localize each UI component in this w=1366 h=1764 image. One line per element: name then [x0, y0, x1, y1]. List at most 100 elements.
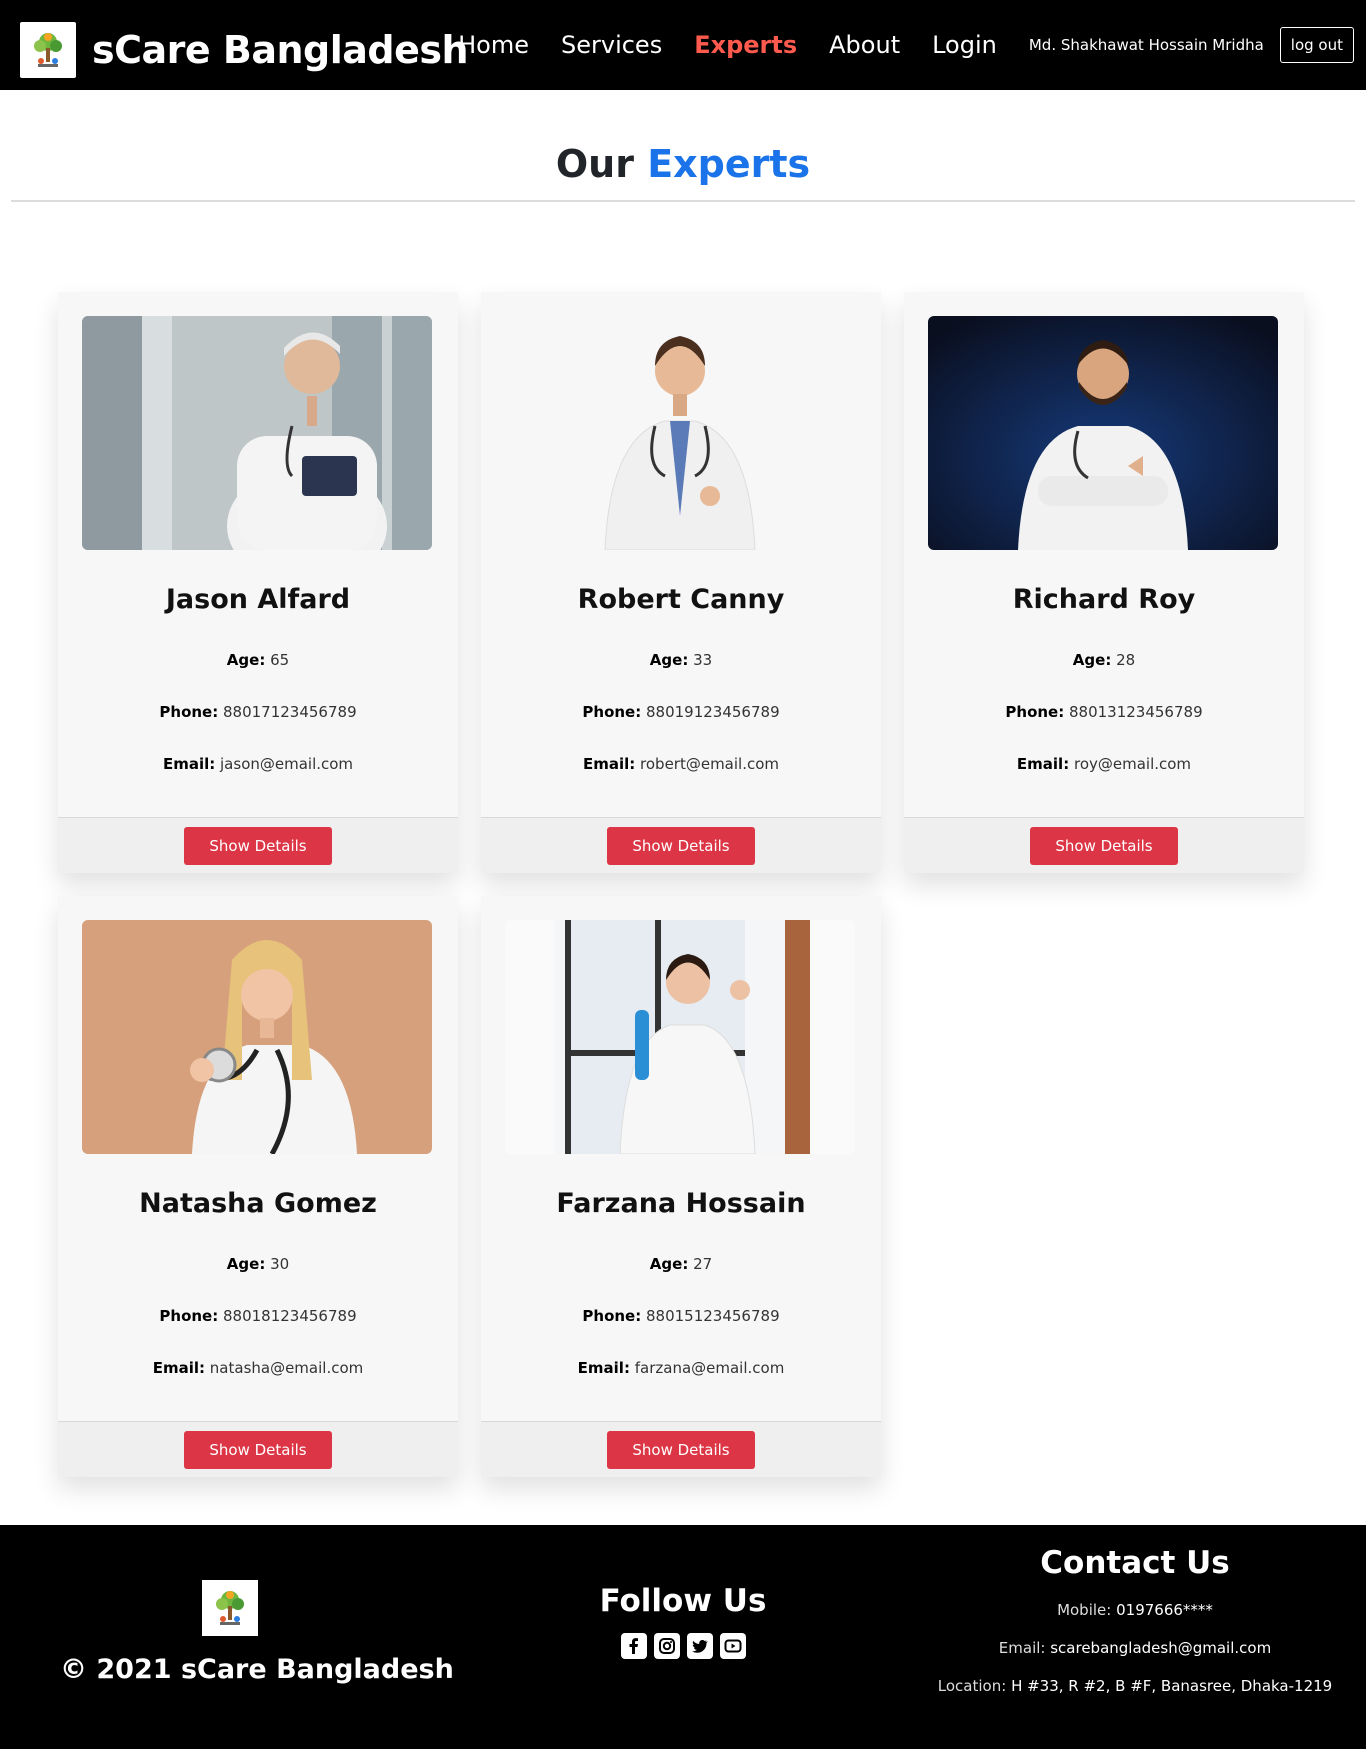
expert-card-body: Richard Roy Age: 28 Phone: 8801312345678… [904, 292, 1304, 817]
expert-card-body: Farzana Hossain Age: 27 Phone: 880151234… [481, 896, 881, 1421]
mobile-value: 0197666**** [1116, 1601, 1213, 1619]
expert-photo [82, 920, 432, 1154]
age-value: 33 [693, 651, 713, 669]
expert-phone: Phone: 88019123456789 [505, 703, 857, 721]
footer-logo-icon [202, 1580, 258, 1636]
expert-card: Natasha Gomez Age: 30 Phone: 88018123456… [58, 896, 458, 1477]
expert-age: Age: 27 [505, 1255, 857, 1273]
email-label: Email: [582, 755, 636, 773]
phone-value: 88015123456789 [646, 1307, 780, 1325]
facebook-icon[interactable] [620, 1633, 647, 1659]
nav-about[interactable]: About [829, 31, 900, 59]
age-label: Age: [649, 1255, 689, 1273]
expert-card-body: Robert Canny Age: 33 Phone: 880191234567… [481, 292, 881, 817]
email-label: Email: [152, 1359, 206, 1377]
page-title-accent: Experts [647, 142, 811, 186]
age-label: Age: [649, 651, 689, 669]
experts-grid: Jason Alfard Age: 65 Phone: 880171234567… [50, 292, 1316, 1477]
expert-name: Natasha Gomez [139, 1188, 377, 1219]
expert-phone: Phone: 88013123456789 [928, 703, 1280, 721]
brand-title: sCare Bangladesh [92, 28, 469, 72]
expert-name: Richard Roy [1012, 584, 1196, 615]
expert-name: Farzana Hossain [556, 1188, 806, 1219]
expert-photo [505, 316, 855, 550]
phone-value: 88013123456789 [1069, 703, 1203, 721]
expert-email: Email: jason@email.com [82, 755, 434, 773]
expert-photo [82, 316, 432, 550]
phone-value: 88018123456789 [223, 1307, 357, 1325]
phone-value: 88017123456789 [223, 703, 357, 721]
contact-us: Contact Us Mobile: 0197666**** Email: sc… [930, 1545, 1340, 1695]
age-label: Age: [226, 651, 266, 669]
footer: © 2021 sCare Bangladesh Follow Us Contac… [0, 1525, 1366, 1749]
expert-age: Age: 33 [505, 651, 857, 669]
email-label: Email: [577, 1359, 630, 1377]
show-details-button[interactable]: Show Details [607, 826, 755, 865]
email-value: robert@email.com [640, 755, 780, 773]
logo-icon [20, 22, 76, 78]
follow-title: Follow Us [599, 1583, 767, 1619]
instagram-icon[interactable] [653, 1633, 680, 1659]
show-details-button[interactable]: Show Details [184, 1430, 332, 1469]
expert-email: Email: roy@email.com [928, 755, 1280, 773]
expert-card-footer: Show Details [58, 1421, 458, 1477]
follow-us: Follow Us [540, 1583, 826, 1659]
expert-photo [928, 316, 1278, 550]
phone-label: Phone: [582, 1307, 642, 1325]
age-value: 28 [1116, 651, 1136, 669]
footer-brand: © 2021 sCare Bangladesh [60, 1580, 454, 1685]
email-value: roy@email.com [1073, 755, 1192, 773]
expert-age: Age: 65 [82, 651, 434, 669]
location-value: H #33, R #2, B #F, Banasree, Dhaka-1219 [1011, 1677, 1333, 1695]
expert-card: Robert Canny Age: 33 Phone: 880191234567… [481, 292, 881, 873]
contact-location: Location: H #33, R #2, B #F, Banasree, D… [930, 1677, 1340, 1695]
twitter-icon[interactable] [686, 1633, 713, 1659]
navbar: sCare Bangladesh Home Services Experts A… [0, 0, 1366, 90]
nav-experts[interactable]: Experts [694, 31, 797, 59]
user-name: Md. Shakhawat Hossain Mridha [1028, 36, 1264, 54]
show-details-button[interactable]: Show Details [184, 826, 332, 865]
contact-title: Contact Us [1040, 1545, 1230, 1581]
nav-home[interactable]: Home [458, 31, 529, 59]
expert-age: Age: 28 [928, 651, 1280, 669]
expert-age: Age: 30 [82, 1255, 434, 1273]
phone-label: Phone: [1005, 703, 1065, 721]
phone-label: Phone: [582, 703, 642, 721]
expert-card-footer: Show Details [904, 817, 1304, 873]
email-value[interactable]: scarebangladesh@gmail.com [1050, 1639, 1271, 1657]
expert-card-body: Natasha Gomez Age: 30 Phone: 88018123456… [58, 896, 458, 1421]
expert-card: Jason Alfard Age: 65 Phone: 880171234567… [58, 292, 458, 873]
email-label: Email: [162, 755, 216, 773]
logout-button[interactable]: log out [1279, 27, 1354, 63]
expert-card-footer: Show Details [481, 817, 881, 873]
expert-card-footer: Show Details [481, 1421, 881, 1477]
expert-name: Robert Canny [577, 584, 785, 615]
youtube-icon[interactable] [719, 1633, 746, 1659]
mobile-label: Mobile: [1057, 1601, 1112, 1619]
expert-phone: Phone: 88017123456789 [82, 703, 434, 721]
expert-card-footer: Show Details [58, 817, 458, 873]
contact-mobile: Mobile: 0197666**** [930, 1601, 1340, 1619]
expert-email: Email: farzana@email.com [505, 1359, 857, 1377]
expert-email: Email: robert@email.com [505, 755, 857, 773]
email-value: natasha@email.com [209, 1359, 364, 1377]
expert-phone: Phone: 88018123456789 [82, 1307, 434, 1325]
age-label: Age: [226, 1255, 266, 1273]
nav-services[interactable]: Services [561, 31, 662, 59]
nav-links: Home Services Experts About Login Md. Sh… [458, 0, 1366, 90]
expert-name: Jason Alfard [165, 584, 351, 615]
brand[interactable]: sCare Bangladesh [20, 22, 469, 78]
expert-card-body: Jason Alfard Age: 65 Phone: 880171234567… [58, 292, 458, 817]
email-value: farzana@email.com [634, 1359, 785, 1377]
nav-login[interactable]: Login [932, 31, 997, 59]
expert-photo [505, 920, 855, 1154]
show-details-button[interactable]: Show Details [607, 1430, 755, 1469]
page-title-prefix: Our [555, 142, 634, 186]
expert-card: Farzana Hossain Age: 27 Phone: 880151234… [481, 896, 881, 1477]
social-icons [540, 1633, 826, 1659]
show-details-button[interactable]: Show Details [1030, 826, 1178, 865]
age-value: 30 [270, 1255, 290, 1273]
age-value: 27 [693, 1255, 713, 1273]
expert-card: Richard Roy Age: 28 Phone: 8801312345678… [904, 292, 1304, 873]
phone-label: Phone: [159, 1307, 219, 1325]
